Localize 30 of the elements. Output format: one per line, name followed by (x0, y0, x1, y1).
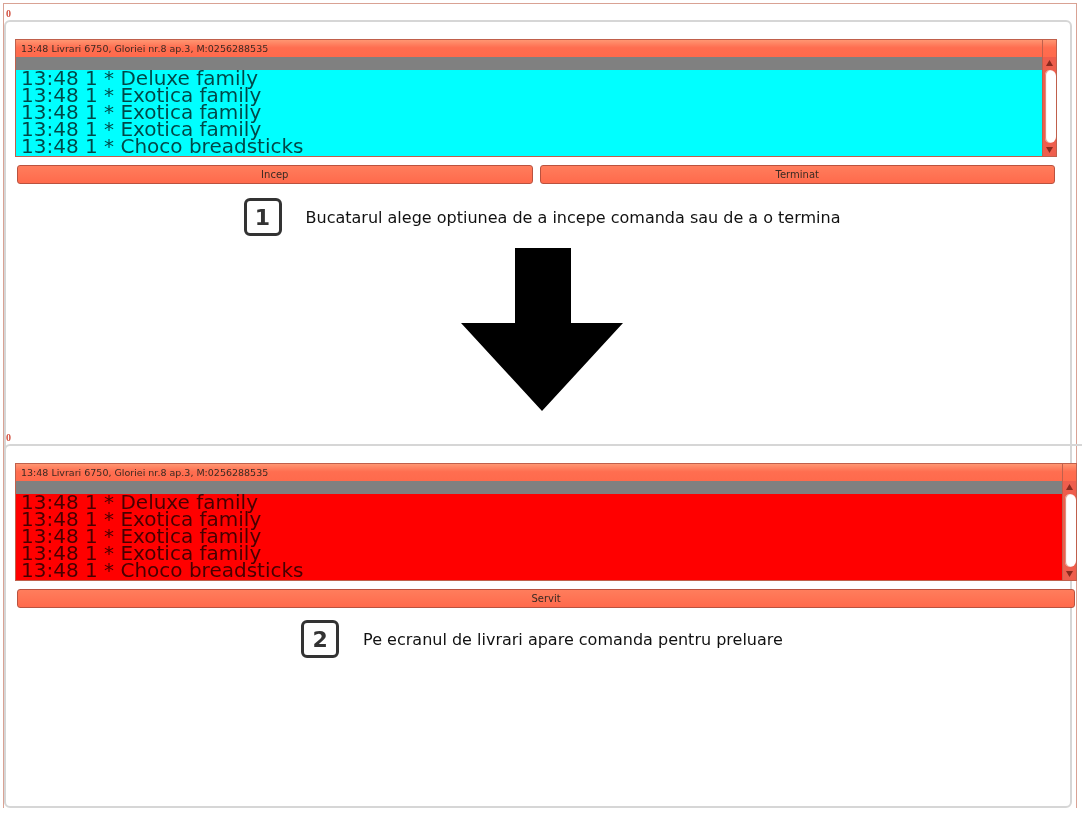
down-arrow-icon[interactable] (1046, 147, 1053, 153)
count-label: 0 (5, 432, 11, 444)
up-arrow-icon[interactable] (1046, 60, 1053, 66)
step-caption: Bucatarul alege optiunea de a incepe comanda sau de a o termina (305, 207, 841, 227)
action-button[interactable]: Incep (17, 165, 533, 184)
order-item: 13:48 1 * Exotica family (21, 87, 262, 104)
down-arrow-icon (461, 248, 623, 411)
step-number: 1 (243, 198, 282, 236)
down-arrow-icon[interactable] (1066, 571, 1073, 577)
up-arrow-icon[interactable] (1066, 484, 1073, 490)
order-item: 13:48 1 * Exotica family (21, 511, 262, 528)
order-item: 13:48 1 * Exotica family (21, 104, 262, 121)
order-item: 13:48 1 * Deluxe family (21, 494, 258, 511)
order-header: 13:48 Livrari 6750, Gloriei nr.8 ap.3, M:0256288535 (16, 464, 1062, 481)
order-item: 13:48 1 * Deluxe family (21, 70, 258, 87)
action-button[interactable]: Servit (17, 589, 1075, 608)
step-number: 2 (301, 620, 340, 658)
scrollbar[interactable] (1042, 57, 1056, 156)
count-label: 0 (5, 8, 11, 20)
order-item: 13:48 1 * Choco breadsticks (21, 562, 304, 579)
order-header: 13:48 Livrari 6750, Gloriei nr.8 ap.3, M:0256288535 (16, 40, 1042, 57)
action-button[interactable]: Terminat (539, 165, 1055, 184)
scrollbar-thumb[interactable] (1045, 70, 1056, 143)
order-item: 13:48 1 * Choco breadsticks (21, 138, 304, 155)
scrollbar-thumb[interactable] (1065, 494, 1076, 567)
order-item: 13:48 1 * Exotica family (21, 545, 262, 562)
scrollbar[interactable] (1062, 481, 1076, 580)
order-item: 13:48 1 * Exotica family (21, 121, 262, 138)
step-caption: Pe ecranul de livrari apare comanda pentru preluare (363, 629, 783, 649)
order-item: 13:48 1 * Exotica family (21, 528, 262, 545)
